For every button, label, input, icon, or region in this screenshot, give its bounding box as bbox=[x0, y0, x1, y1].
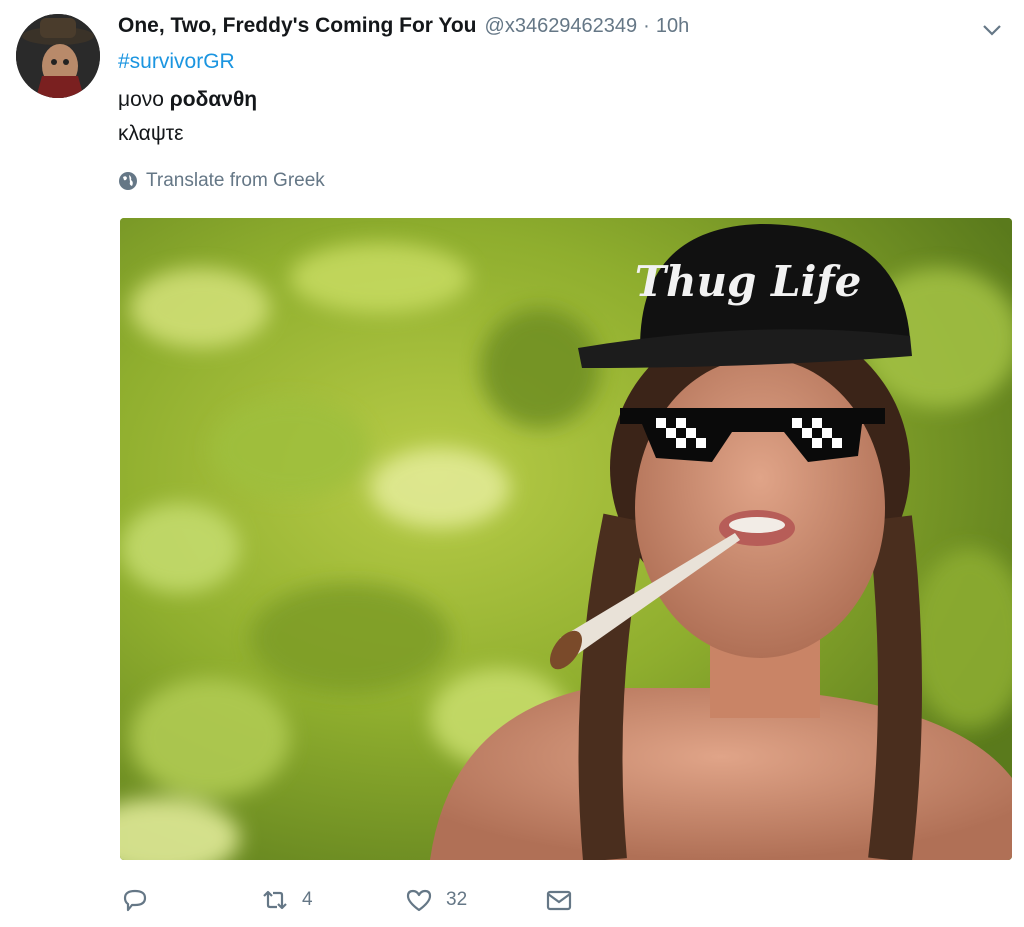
translate-label: Translate from Greek bbox=[146, 170, 325, 191]
separator-dot: · bbox=[643, 15, 650, 37]
tweet-header: One, Two, Freddy's Coming For You @x3462… bbox=[118, 14, 964, 42]
retweet-count: 4 bbox=[302, 889, 313, 910]
tweet-timestamp[interactable]: 10h bbox=[656, 15, 689, 38]
tweet-actions: 4 32 bbox=[120, 885, 820, 921]
reply-button[interactable] bbox=[120, 885, 162, 915]
reply-icon bbox=[123, 889, 147, 912]
direct-message-button[interactable] bbox=[544, 885, 574, 915]
avatar-image bbox=[16, 14, 100, 98]
translate-link[interactable]: Translate from Greek bbox=[118, 170, 325, 192]
retweet-button[interactable]: 4 bbox=[260, 885, 313, 915]
tweet-text-bold: ροδανθη bbox=[169, 88, 258, 111]
hashtag-link[interactable]: #survivorGR bbox=[118, 50, 235, 74]
tweet-text-line-1: μονο ροδανθη bbox=[118, 88, 257, 112]
heart-icon bbox=[406, 889, 432, 912]
caret-down-icon[interactable] bbox=[980, 18, 1004, 42]
like-count: 32 bbox=[446, 889, 468, 910]
globe-icon bbox=[119, 172, 137, 190]
image-overlay-text: Thug Life bbox=[635, 257, 862, 306]
tweet-text-plain: μονο bbox=[118, 88, 170, 111]
retweet-icon bbox=[263, 890, 287, 910]
like-button[interactable]: 32 bbox=[404, 885, 467, 915]
avatar[interactable] bbox=[16, 14, 100, 98]
author-handle[interactable]: @x34629462349 bbox=[485, 15, 638, 38]
author-name[interactable]: One, Two, Freddy's Coming For You bbox=[118, 14, 477, 38]
tweet-image[interactable]: Thug Life bbox=[120, 218, 1012, 860]
tweet-text-line-2: κλαψτε bbox=[118, 122, 184, 145]
envelope-icon bbox=[546, 890, 572, 911]
